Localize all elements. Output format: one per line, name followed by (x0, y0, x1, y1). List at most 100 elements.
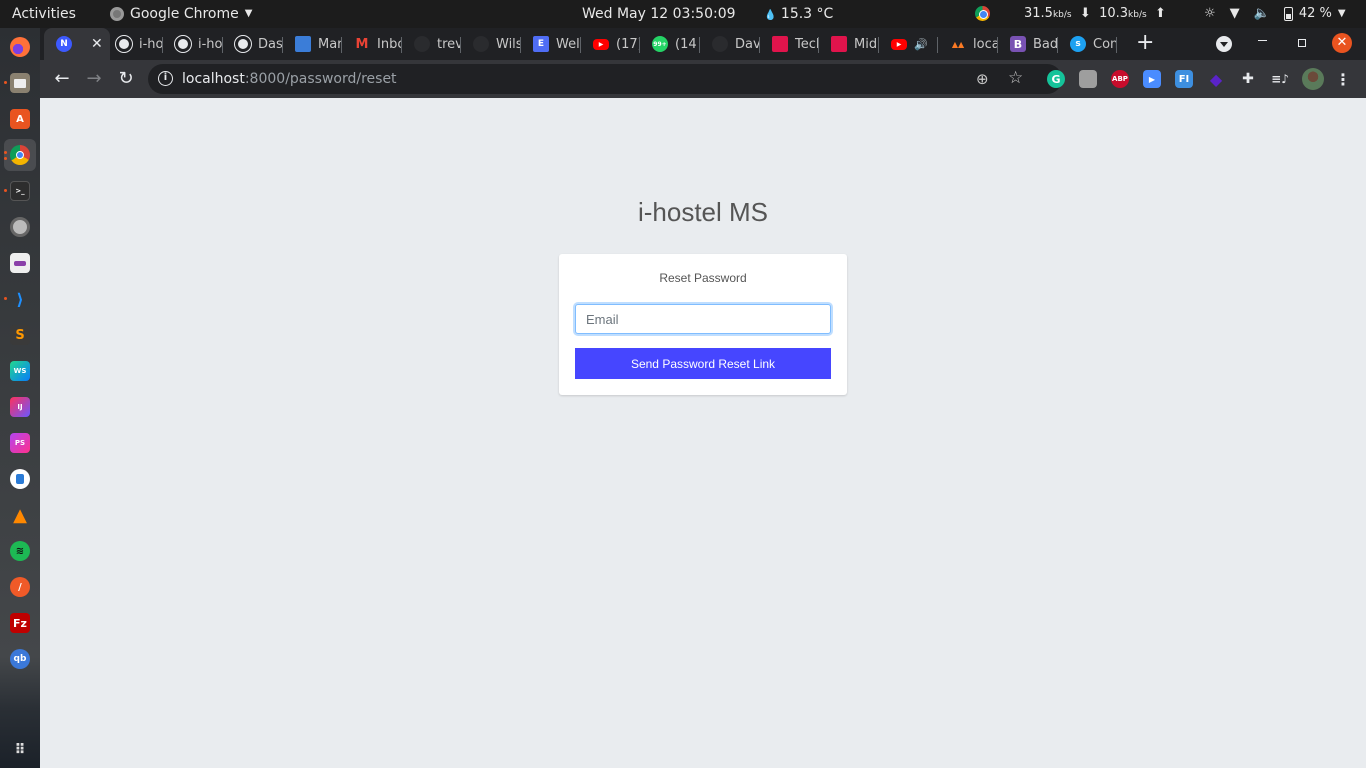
weather-drops-icon: 💧 (764, 10, 777, 21)
send-reset-link-button[interactable]: Send Password Reset Link (575, 348, 831, 379)
tweaks-icon[interactable] (10, 253, 30, 273)
tab[interactable]: 99+ (14 (640, 28, 700, 60)
touch-extension-icon[interactable] (1079, 70, 1097, 88)
terminal-icon[interactable]: >_ (10, 181, 30, 201)
e-icon: E (533, 36, 549, 52)
tab[interactable]: s Con (1058, 28, 1117, 60)
weather-indicator[interactable]: 💧 15.3 °C (764, 0, 833, 28)
tab[interactable]: M Inbc (342, 28, 402, 60)
adblock-plus-icon[interactable]: ABP (1111, 70, 1129, 88)
software-store-icon[interactable]: A (10, 109, 30, 129)
new-tab-button[interactable]: + (1136, 32, 1154, 54)
address-bar[interactable]: i localhost:8000/password/reset ⊕ ☆ (148, 64, 1062, 94)
minimize-button[interactable] (1258, 40, 1267, 41)
chrome-menu-icon[interactable]: ⋮ (1334, 70, 1352, 89)
email-input[interactable] (575, 304, 831, 334)
tab[interactable]: i-ho (104, 28, 163, 60)
files-icon[interactable] (10, 73, 30, 93)
reload-button[interactable]: ↻ (114, 68, 138, 90)
gmail-icon: M (355, 36, 369, 52)
grammarly-extension-icon[interactable]: G (1047, 70, 1065, 88)
tab[interactable]: Mar (283, 28, 342, 60)
phpstorm-icon[interactable]: PS (10, 433, 30, 453)
url-text[interactable]: localhost:8000/password/reset (182, 64, 397, 94)
system-menu[interactable]: ☼ ▼ 🔈 42 % ▼ (1204, 0, 1346, 28)
xampp-icon: ▲▲ (951, 39, 965, 49)
tab[interactable]: Tecl (760, 28, 819, 60)
app-favicon-icon (295, 36, 311, 52)
net-up-unit: kb/s (1128, 10, 1147, 20)
url-host: localhost (182, 71, 245, 87)
intellij-icon[interactable]: IJ (10, 397, 30, 417)
tab[interactable]: i-ho (163, 28, 223, 60)
audio-playing-icon[interactable]: 🔊 (914, 38, 928, 51)
tab[interactable]: E Wel (521, 28, 581, 60)
chevron-down-icon: ▼ (1337, 8, 1346, 19)
running-indicator (4, 151, 7, 154)
youtube-icon: ▶ (593, 38, 609, 50)
chevron-down-icon: ▼ (244, 8, 253, 19)
activities-button[interactable]: Activities (12, 0, 76, 28)
net-down-value: 31.5 (1024, 6, 1053, 21)
sublime-icon[interactable]: S (10, 325, 30, 345)
clock[interactable]: Wed May 12 03:50:09 (582, 0, 736, 28)
profile-avatar[interactable] (1302, 68, 1324, 90)
forward-button[interactable]: → (82, 68, 106, 90)
tab-separator (1116, 37, 1117, 53)
chrome-indicator-icon[interactable] (975, 6, 990, 21)
vlc-icon[interactable]: ▲ (10, 505, 30, 526)
app-brand-title: i-hostel MS (637, 197, 769, 227)
web-browser-icon[interactable]: / (10, 577, 30, 597)
battery-percent: 42 % (1298, 6, 1332, 21)
browser-toolbar: ← → ↻ i localhost:8000/password/reset ⊕ … (40, 60, 1366, 98)
chrome-icon[interactable] (10, 145, 30, 165)
site-info-icon[interactable]: i (158, 71, 173, 86)
back-button[interactable]: ← (50, 68, 74, 90)
disk-utility-icon[interactable] (10, 217, 30, 237)
tab-title: Inbc (377, 36, 402, 52)
tab[interactable]: Wils (461, 28, 521, 60)
reset-password-card: Reset Password Send Password Reset Link (559, 254, 847, 395)
app-menu[interactable]: Google Chrome ▼ (110, 0, 252, 28)
vscode-icon[interactable]: ⟩ (10, 289, 30, 309)
fonts-ninja-icon[interactable]: FI (1175, 70, 1193, 88)
tab[interactable]: Mid (819, 28, 879, 60)
tab[interactable]: Dav (700, 28, 760, 60)
globe-icon (235, 36, 251, 52)
tab[interactable]: ▶ 🔊 (879, 28, 938, 60)
cloud-icon: s (1070, 36, 1086, 52)
zoom-extension-icon[interactable]: ▶ (1143, 70, 1161, 88)
webstorm-icon[interactable]: WS (10, 361, 30, 381)
close-window-button[interactable]: ✕ (1332, 33, 1352, 53)
close-tab-icon[interactable]: ✕ (91, 36, 103, 52)
github-icon (473, 36, 489, 52)
network-speed[interactable]: 31.5kb/s ⬇ 10.3kb/s ⬆ (1024, 0, 1166, 28)
net-up-value: 10.3 (1099, 6, 1129, 21)
firefox-icon[interactable] (10, 37, 30, 57)
maximize-button[interactable] (1298, 39, 1306, 47)
whatsapp-icon: 99+ (652, 36, 668, 52)
spotify-icon[interactable]: ≋ (10, 541, 30, 561)
tab-title: i-ho (198, 36, 223, 52)
tab[interactable]: ▲▲ loca (938, 28, 998, 60)
tab[interactable]: ▶ (17) (581, 28, 640, 60)
tab[interactable]: B Bad (998, 28, 1058, 60)
app-icon[interactable] (10, 469, 30, 489)
tab[interactable]: Dasl (223, 28, 283, 60)
tab-active[interactable]: N ✕ (44, 28, 110, 60)
zoom-icon[interactable]: ⊕ (976, 70, 989, 88)
tab-search-button[interactable] (1216, 36, 1232, 52)
filezilla-icon[interactable]: Fz (10, 613, 30, 633)
github-icon (414, 36, 430, 52)
bookmark-star-icon[interactable]: ☆ (1008, 68, 1023, 88)
layers-extension-icon[interactable]: ◆ (1207, 70, 1225, 89)
tab[interactable]: trev (402, 28, 461, 60)
tab-title: Wils (496, 36, 521, 52)
show-apps-icon[interactable]: ⠿ (10, 740, 30, 760)
arrow-down-icon: ⬇ (1075, 6, 1095, 21)
media-control-icon[interactable]: ≡♪ (1271, 70, 1289, 88)
qbittorrent-icon[interactable]: qb (10, 649, 30, 669)
wifi-icon: ▼ (1229, 6, 1240, 21)
extensions-puzzle-icon[interactable]: ✚ (1239, 70, 1257, 88)
running-indicator (4, 189, 7, 192)
